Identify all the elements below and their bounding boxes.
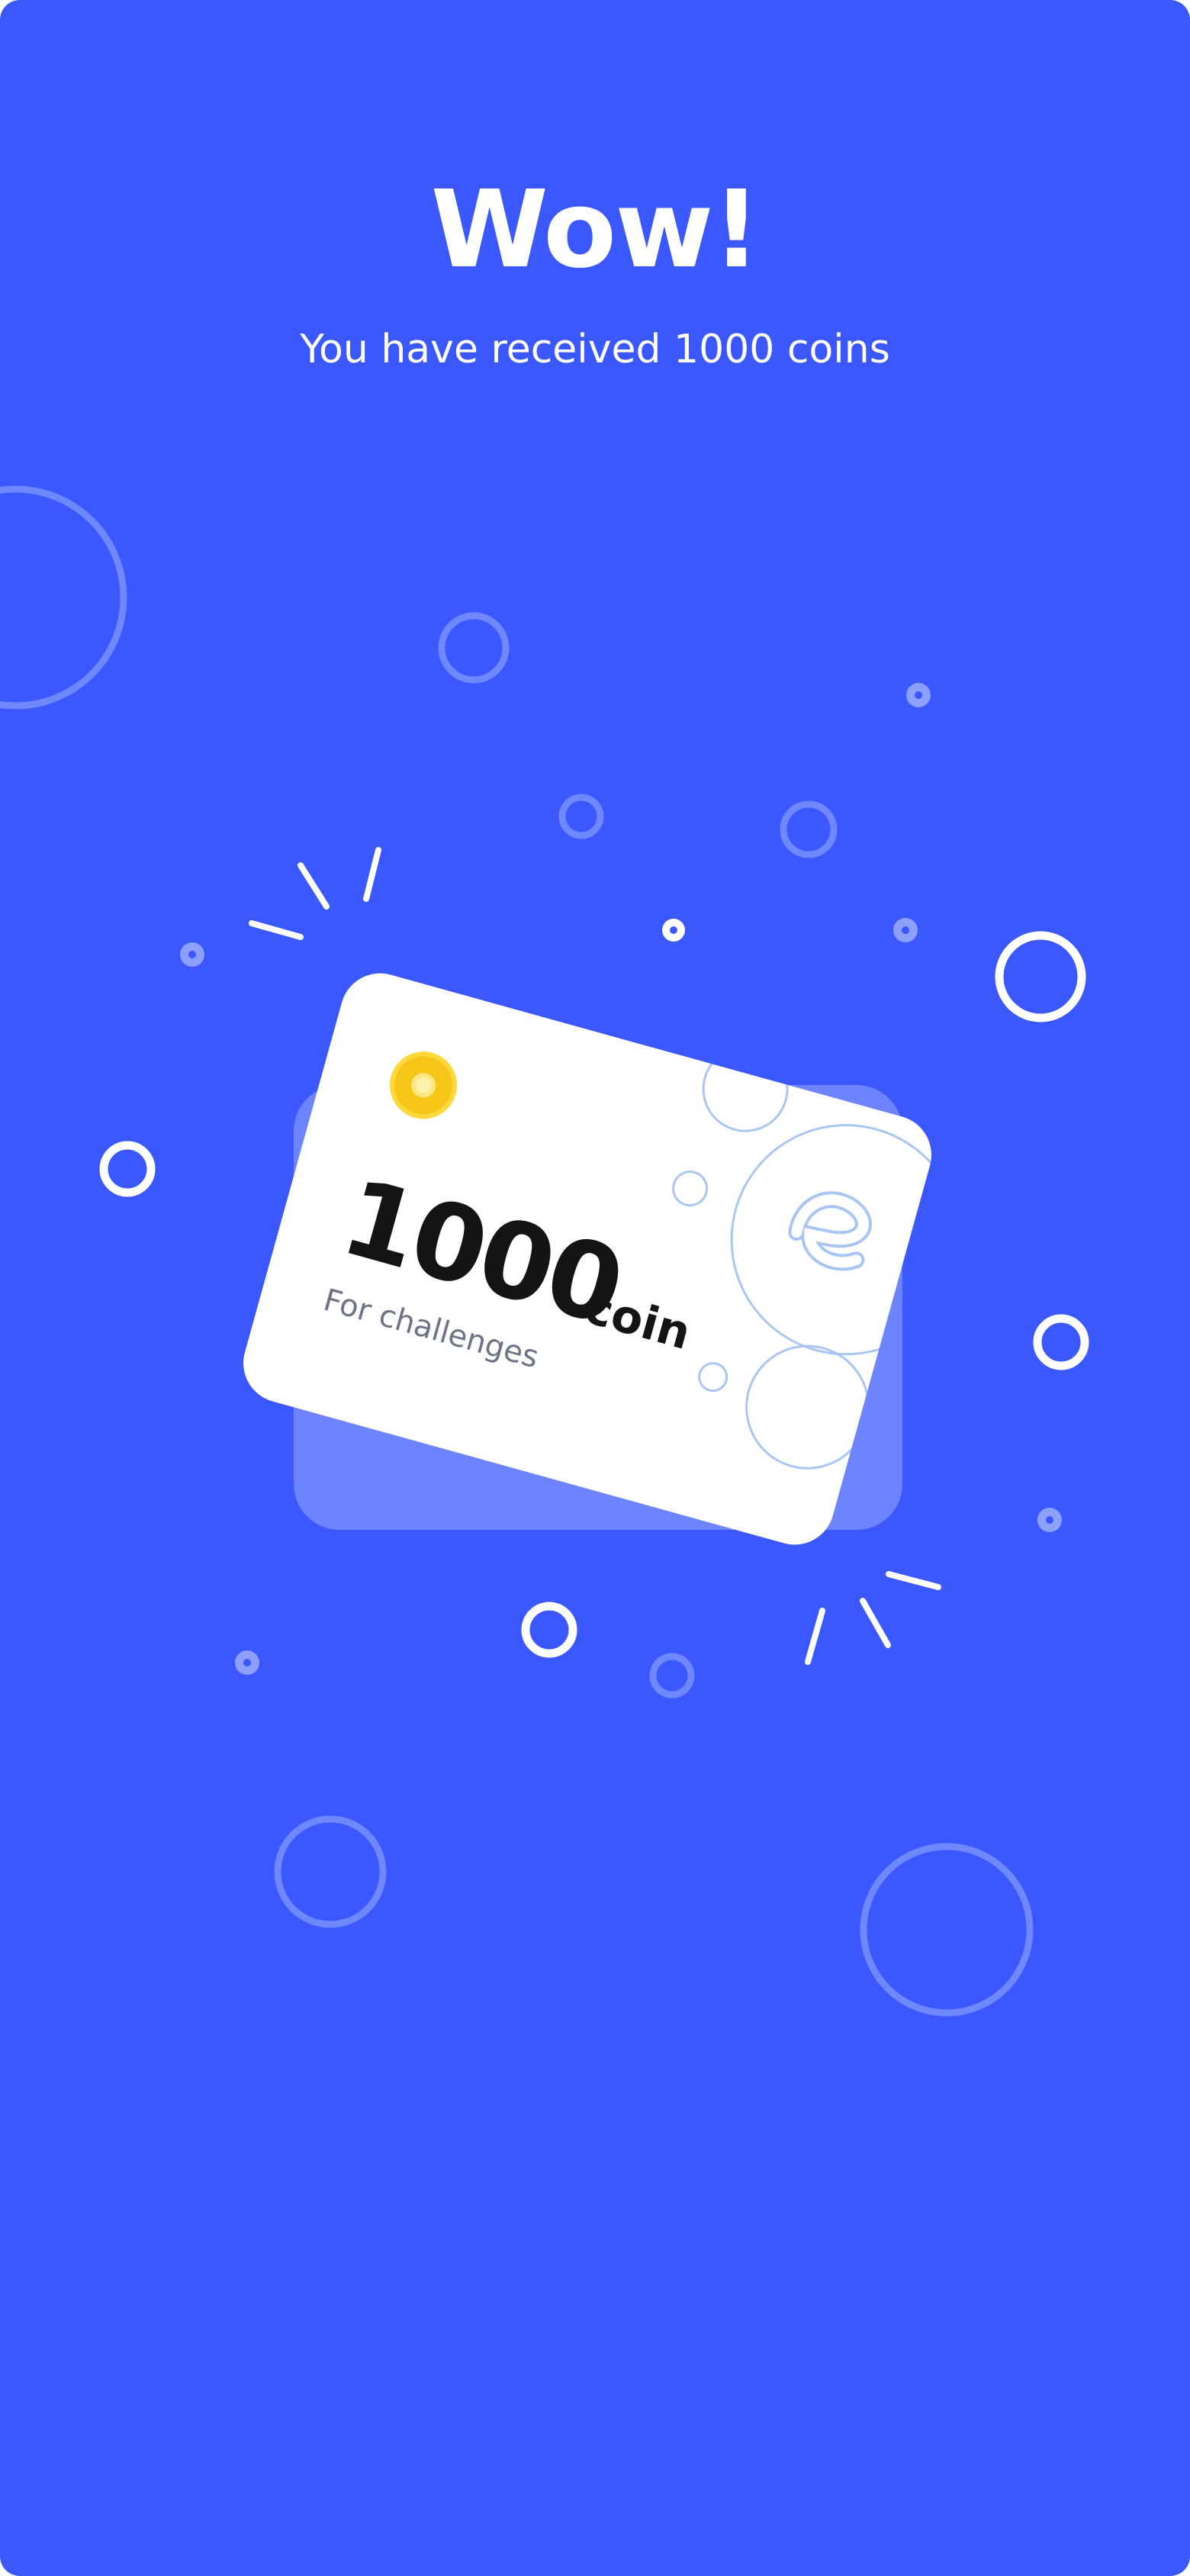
- reward-screen: Wow! You have received 1000 coins 1000 c…: [0, 0, 1190, 2576]
